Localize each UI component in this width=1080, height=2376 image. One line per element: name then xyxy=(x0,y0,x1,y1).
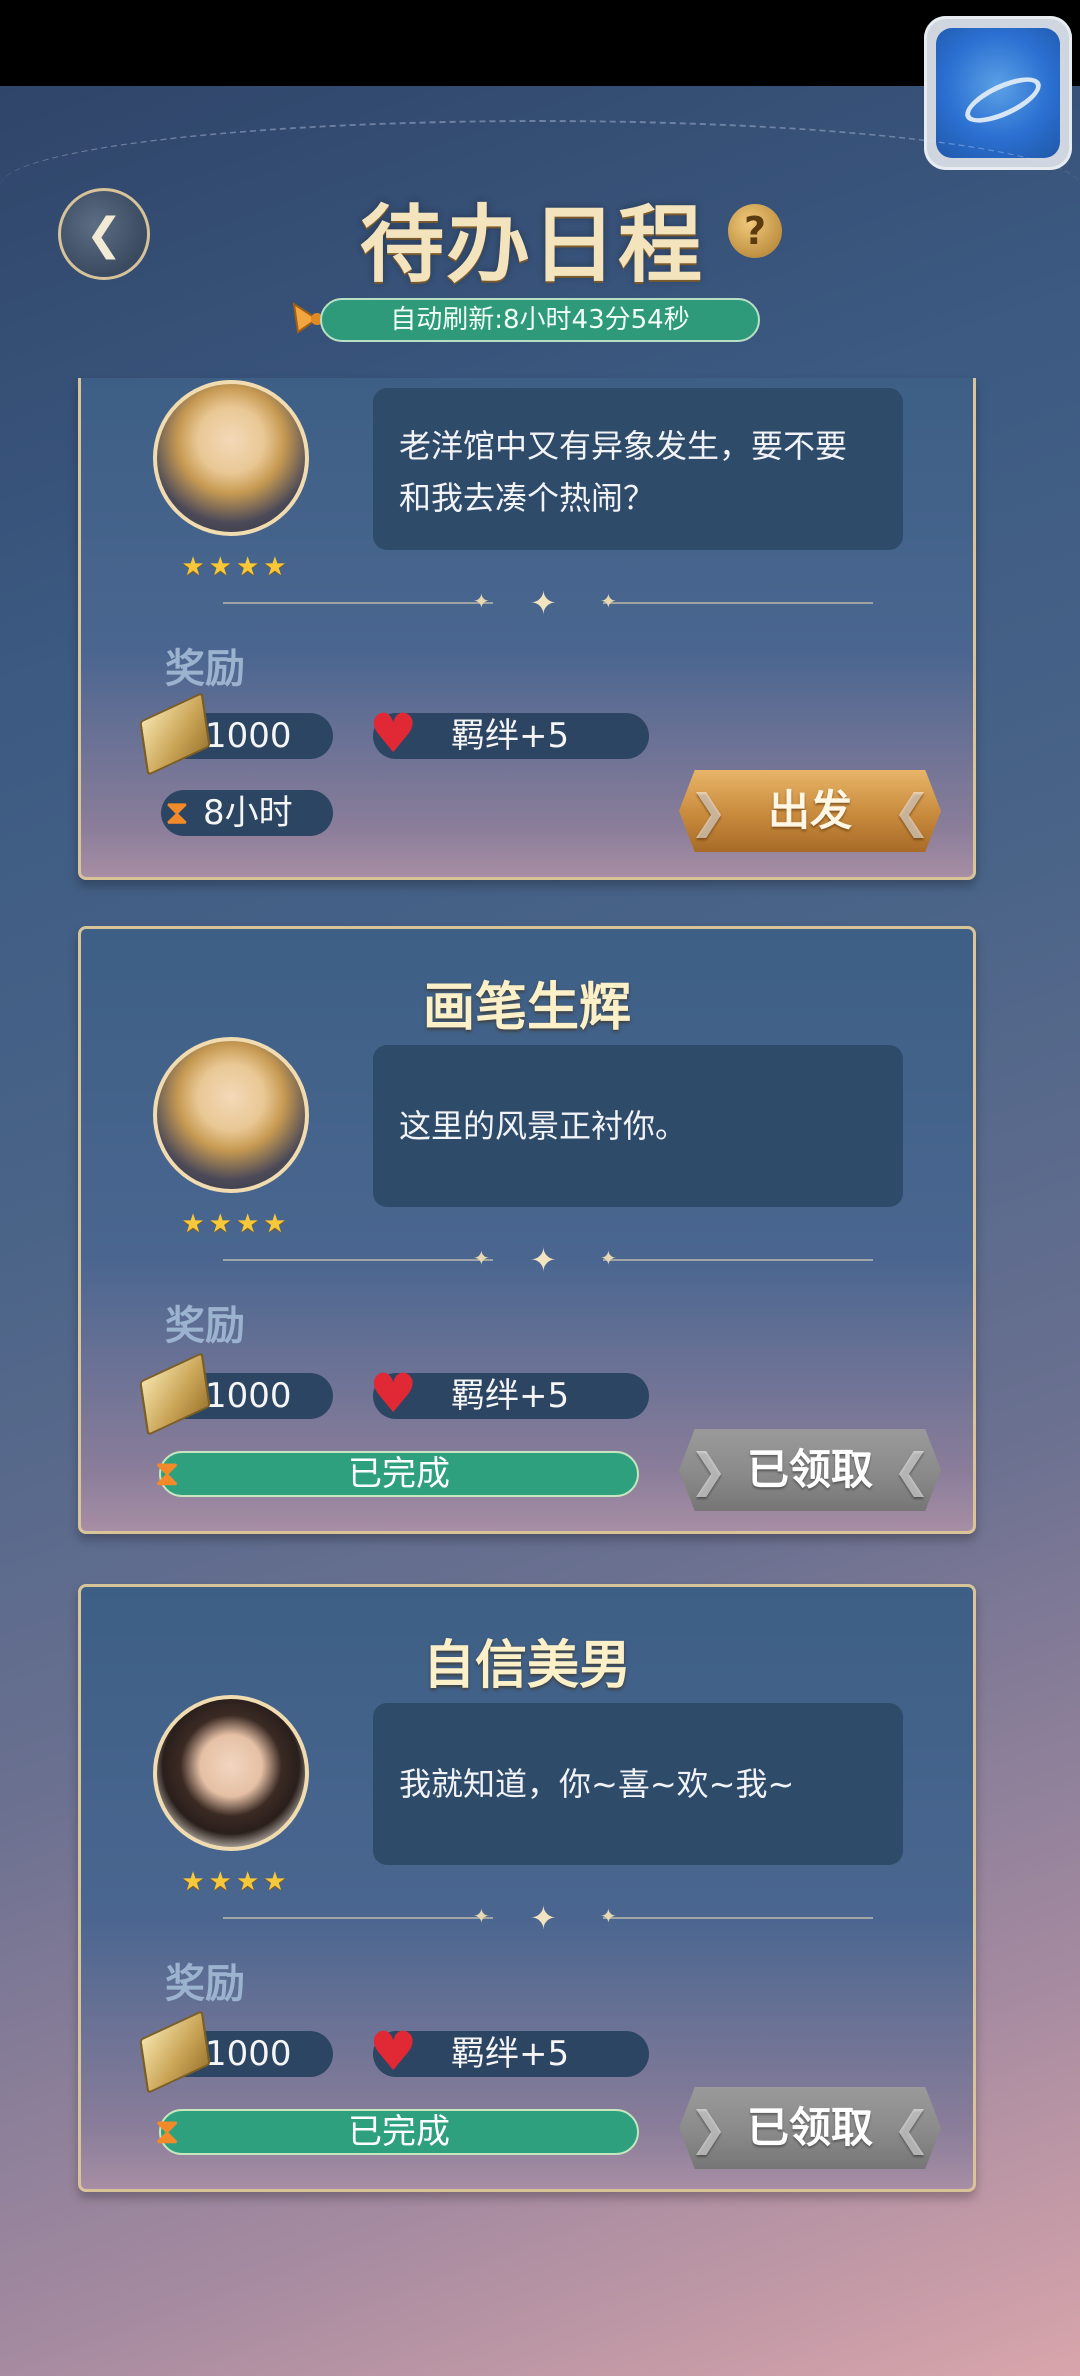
planet-ring-icon xyxy=(959,68,1047,132)
star-ornament-icon: ✦ xyxy=(530,1241,557,1279)
claimed-button[interactable]: ❯ 已领取 ❮ xyxy=(679,2087,941,2169)
duration-text: 8小时 xyxy=(203,793,293,833)
card-title: 自信美男 xyxy=(422,1636,631,1696)
back-button[interactable]: ❮ xyxy=(58,188,150,280)
ticket-coin-icon xyxy=(139,691,211,777)
chevron-left-icon: ❯ xyxy=(689,784,728,838)
chevron-right-icon: ❮ xyxy=(892,2101,931,2155)
ticket-coin-icon xyxy=(139,1351,211,1437)
claimed-button[interactable]: ❯ 已领取 ❮ xyxy=(679,1429,941,1511)
reward-label: 奖励 xyxy=(165,1961,245,2007)
chevron-left-icon: ❯ xyxy=(689,1443,728,1497)
heart-icon: ♥ xyxy=(369,2020,418,2083)
dialogue-bubble: 这里的风景正衬你。 xyxy=(373,1045,903,1207)
bond-amount: 羁绊+5 xyxy=(451,2034,570,2074)
ticket-coin-icon xyxy=(139,2009,211,2095)
heart-icon: ♥ xyxy=(369,1362,418,1425)
chevron-right-icon: ❮ xyxy=(892,784,931,838)
hourglass-icon: ⧗ xyxy=(154,1453,180,1494)
dialogue-bubble: 老洋馆中又有异象发生，要不要和我去凑个热闹？ xyxy=(373,388,903,550)
bond-amount: 羁绊+5 xyxy=(451,716,570,756)
hourglass-icon: ⧗ xyxy=(165,793,189,833)
coin-amount: 1000 xyxy=(205,716,292,756)
help-icon[interactable]: ? xyxy=(728,204,782,258)
heart-icon: ♥ xyxy=(369,702,418,765)
character-avatar xyxy=(153,1037,309,1193)
star-ornament-icon: ✦ xyxy=(530,1899,557,1937)
bond-amount: 羁绊+5 xyxy=(451,1376,570,1416)
claimed-button-label: 已领取 xyxy=(746,2103,873,2152)
bond-reward: ♥ 羁绊+5 xyxy=(369,2023,649,2081)
chevron-left-icon: ❯ xyxy=(689,2101,728,2155)
depart-button[interactable]: ❯ 出发 ❮ xyxy=(679,770,941,852)
back-arrow-icon: ❮ xyxy=(85,208,123,260)
dialogue-bubble: 我就知道，你~喜~欢~我~ xyxy=(373,1703,903,1865)
ornamental-divider: ✦ ✦ ✦ xyxy=(223,1241,873,1279)
page-title: 待办日程 xyxy=(360,195,705,294)
coin-reward: 1000 xyxy=(139,691,333,777)
schedule-card-1: ★★★★ 老洋馆中又有异象发生，要不要和我去凑个热闹？ ✦ ✦ ✦ 奖励 100… xyxy=(78,378,976,880)
coin-reward: 1000 xyxy=(139,1351,333,1437)
rarity-stars: ★★★★ xyxy=(181,1209,291,1239)
depart-button-label: 出发 xyxy=(767,786,852,835)
chevron-right-icon: ❮ xyxy=(892,1443,931,1497)
ornamental-divider: ✦ ✦ ✦ xyxy=(223,1899,873,1937)
reward-label: 奖励 xyxy=(165,1303,245,1349)
bond-reward: ♥ 羁绊+5 xyxy=(369,1365,649,1423)
rarity-stars: ★★★★ xyxy=(181,552,291,582)
card-title: 画笔生辉 xyxy=(422,978,631,1038)
rarity-stars: ★★★★ xyxy=(181,1867,291,1897)
ornamental-divider: ✦ ✦ ✦ xyxy=(223,584,873,622)
coin-amount: 1000 xyxy=(205,1376,292,1416)
planet-icon xyxy=(936,28,1060,158)
claimed-button-label: 已领取 xyxy=(746,1445,873,1494)
completed-progress-bar: 已完成 xyxy=(159,1451,639,1497)
coin-reward: 1000 xyxy=(139,2009,333,2095)
schedule-card-2: 画笔生辉 ★★★★ 这里的风景正衬你。 ✦ ✦ ✦ 奖励 1000 ♥ 羁绊+5… xyxy=(78,926,976,1534)
hourglass-icon: ⧗ xyxy=(154,2111,180,2152)
reward-label: 奖励 xyxy=(165,646,245,692)
status-bar xyxy=(0,0,1080,86)
duration-badge: ⧗ 8小时 xyxy=(161,790,333,836)
bond-reward: ♥ 羁绊+5 xyxy=(369,705,649,763)
character-avatar xyxy=(153,380,309,536)
character-avatar xyxy=(153,1695,309,1851)
completed-progress-bar: 已完成 xyxy=(159,2109,639,2155)
coin-amount: 1000 xyxy=(205,2034,292,2074)
schedule-card-3: 自信美男 ★★★★ 我就知道，你~喜~欢~我~ ✦ ✦ ✦ 奖励 1000 ♥ … xyxy=(78,1584,976,2192)
star-ornament-icon: ✦ xyxy=(530,584,557,622)
auto-refresh-timer: 自动刷新:8小时43分54秒 xyxy=(320,298,760,342)
